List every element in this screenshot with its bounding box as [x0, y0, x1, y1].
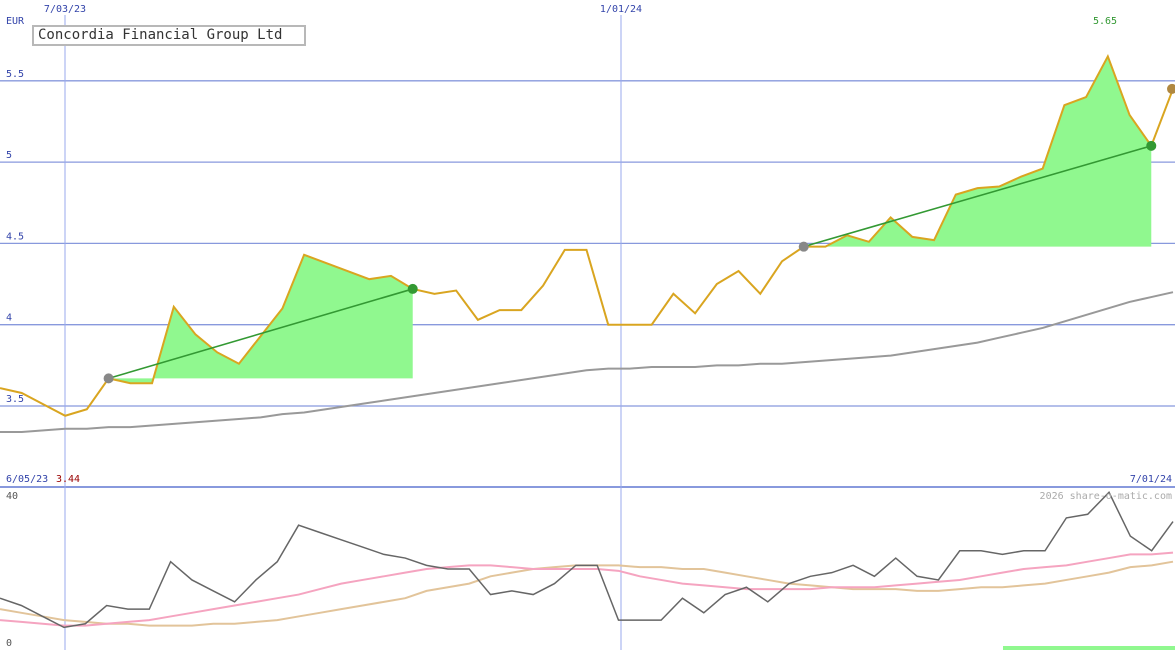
end-date-label: 7/01/24	[1130, 474, 1172, 485]
low-value-label: 3.44	[56, 474, 80, 485]
y-axis-label: EUR	[6, 16, 25, 27]
indicator-line-0	[0, 491, 1174, 629]
stock-chart: 3.5 4 4.5 5 5.5 7/03/23 1/01/24 EUR 5.65 6/05/23 3…	[0, 4, 1175, 650]
trend-start-marker	[798, 241, 809, 252]
last-price-marker	[1167, 83, 1175, 94]
high-value-label: 5.65	[1093, 16, 1117, 27]
chart-title: Concordia Financial Group Ltd	[32, 25, 306, 46]
y-tick-label: 3.5	[6, 394, 24, 405]
start-date-label: 6/05/23	[6, 474, 48, 485]
x-tick-label: 1/01/24	[600, 4, 642, 15]
indicator-y-tick-label: 0	[6, 638, 12, 649]
trend-end-marker	[1146, 140, 1157, 151]
watermark: 2026 share-o-matic.com	[1040, 491, 1172, 502]
y-tick-label: 4.5	[6, 231, 24, 242]
volume-bar	[1003, 646, 1175, 650]
x-tick-label: 7/03/23	[44, 4, 86, 15]
y-tick-label: 4	[6, 313, 12, 324]
gain-fill-area	[108, 254, 413, 384]
trend-end-marker	[407, 283, 418, 294]
y-tick-label: 5	[6, 150, 12, 161]
trend-start-marker	[103, 373, 114, 384]
y-tick-label: 5.5	[6, 69, 24, 80]
indicator-y-tick-label: 40	[6, 491, 18, 502]
indicator-line-1	[0, 551, 1174, 627]
gain-fills	[108, 56, 1152, 384]
indicator-lines	[0, 491, 1175, 650]
gain-fill-area	[803, 56, 1152, 247]
